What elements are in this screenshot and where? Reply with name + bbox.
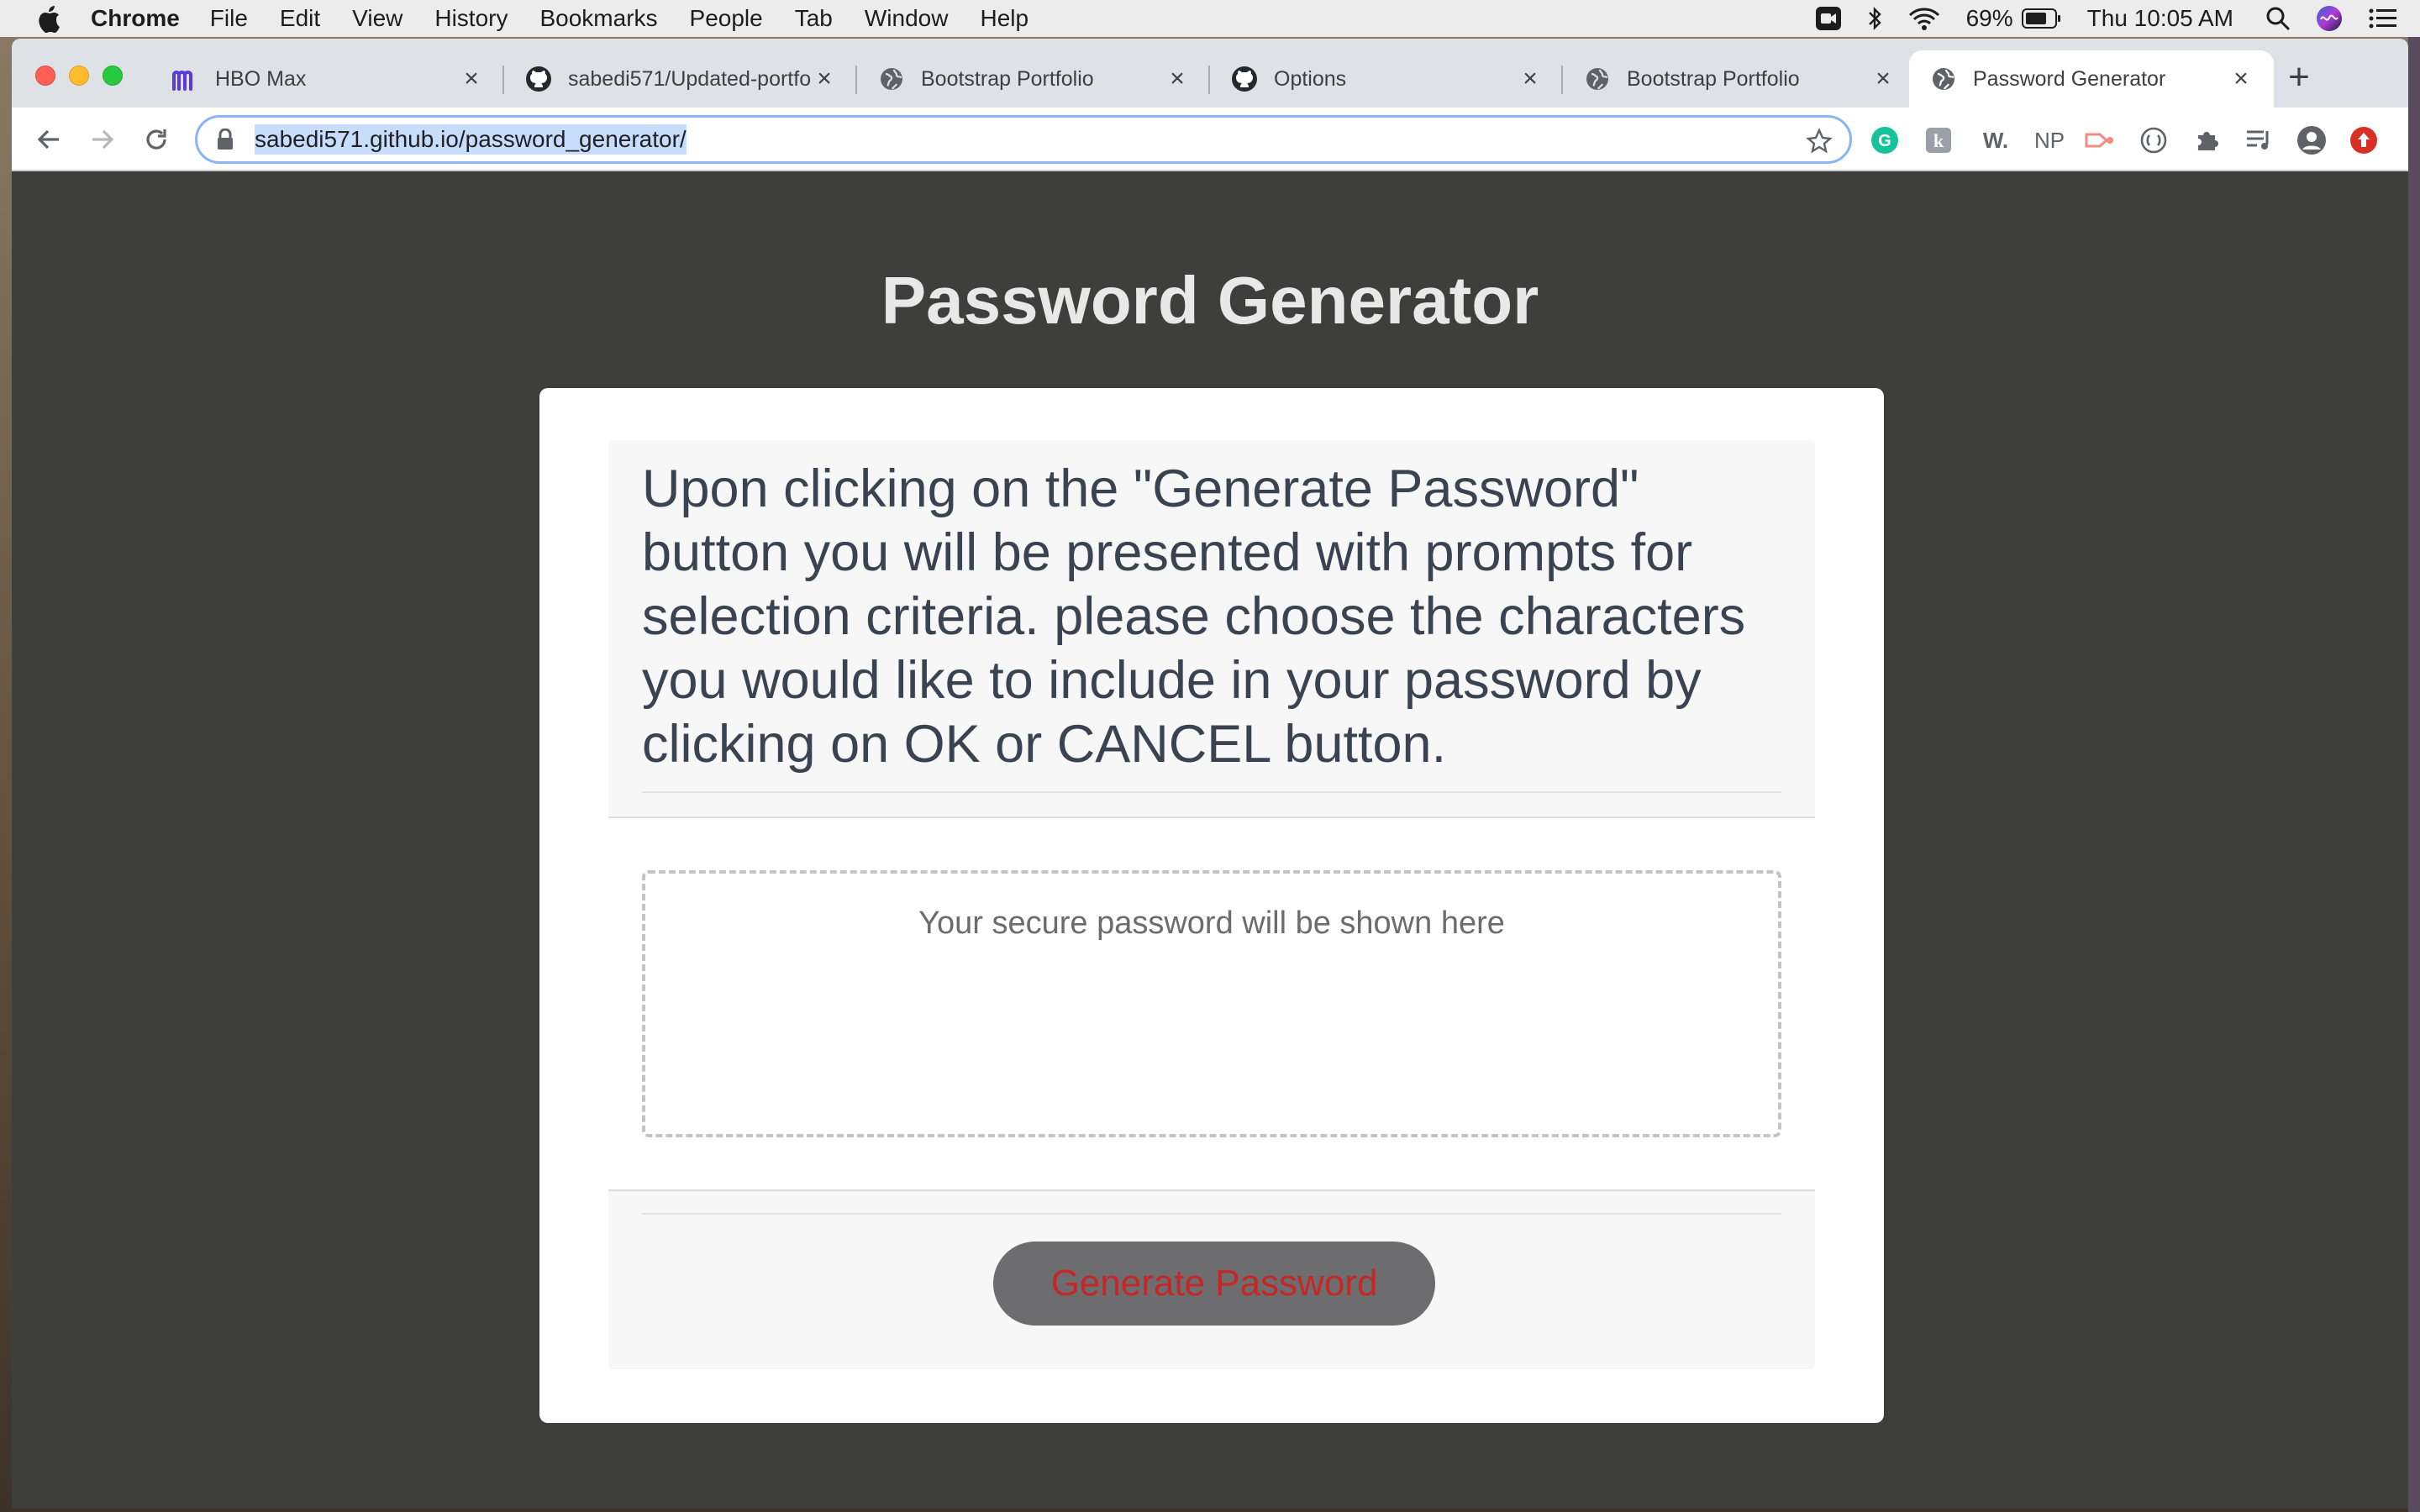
desktop-background xyxy=(2408,37,2420,1512)
bookmark-star-icon[interactable] xyxy=(1806,128,1833,159)
close-tab-icon[interactable]: × xyxy=(1165,65,1190,92)
forward-arrow-icon[interactable] xyxy=(86,123,119,156)
video-camera-icon[interactable] xyxy=(1815,6,1842,31)
tab-title: Password Generator xyxy=(1973,66,2166,91)
card-body: Your secure password will be shown here xyxy=(608,818,1815,1189)
menu-edit[interactable]: Edit xyxy=(280,5,320,32)
menu-view[interactable]: View xyxy=(352,5,402,32)
back-arrow-icon[interactable] xyxy=(32,123,66,156)
extensions-puzzle-icon[interactable] xyxy=(2191,124,2223,156)
battery-icon[interactable] xyxy=(2021,8,2062,29)
page-title: Password Generator xyxy=(881,263,1539,338)
new-tab-button[interactable]: + xyxy=(2281,59,2317,97)
tab-hbo-max[interactable]: HBO Max × xyxy=(151,50,504,108)
apple-icon[interactable] xyxy=(32,4,66,33)
tab-title: Options xyxy=(1274,66,1347,91)
tab-title: HBO Max xyxy=(215,66,307,91)
address-bar[interactable]: sabedi571.github.io/password_generator/ xyxy=(195,115,1852,164)
bluetooth-icon[interactable] xyxy=(1867,6,1882,31)
tab-bootstrap-portfolio-2[interactable]: Bootstrap Portfolio × xyxy=(1563,50,1916,108)
card-footer: Generate Password xyxy=(608,1189,1815,1369)
tab-strip: HBO Max × sabedi571/Updated-portfolio × … xyxy=(12,39,2408,108)
github-icon xyxy=(1230,65,1259,93)
reload-icon[interactable] xyxy=(139,123,173,156)
menubar-clock[interactable]: Thu 10:05 AM xyxy=(2087,5,2233,32)
tab-password-generator[interactable]: Password Generator × xyxy=(1909,50,2274,108)
extension-w-icon[interactable]: W. xyxy=(1976,124,2015,156)
github-icon xyxy=(524,65,553,93)
extension-np-icon[interactable]: NP xyxy=(2030,124,2069,156)
close-tab-icon[interactable]: × xyxy=(1518,65,1543,92)
notification-center-icon[interactable] xyxy=(2368,7,2398,30)
menu-people[interactable]: People xyxy=(690,5,763,32)
tab-bootstrap-portfolio-1[interactable]: Bootstrap Portfolio × xyxy=(857,50,1210,108)
battery-percentage: 69% xyxy=(1965,5,2013,31)
close-tab-icon[interactable]: × xyxy=(459,65,484,92)
card-inner: Upon clicking on the "Generate Password"… xyxy=(608,440,1815,1369)
url-text[interactable]: sabedi571.github.io/password_generator/ xyxy=(255,124,687,155)
web-page: Password Generator Upon clicking on the … xyxy=(12,171,2408,1509)
extension-k-glyph: k xyxy=(1933,130,1944,151)
menu-help[interactable]: Help xyxy=(980,5,1028,32)
close-tab-icon[interactable]: × xyxy=(2228,65,2254,92)
menu-tab[interactable]: Tab xyxy=(795,5,833,32)
extension-circle-icon[interactable] xyxy=(2138,124,2170,156)
globe-icon xyxy=(877,65,906,93)
profile-avatar-icon[interactable] xyxy=(2296,124,2328,156)
card-header: Upon clicking on the "Generate Password"… xyxy=(608,440,1815,818)
close-tab-icon[interactable]: × xyxy=(812,65,837,92)
zoom-window-button[interactable] xyxy=(103,66,123,86)
macos-menubar: Chrome File Edit View History Bookmarks … xyxy=(0,0,2420,37)
menu-window[interactable]: Window xyxy=(865,5,949,32)
extension-arrow-icon[interactable] xyxy=(2084,124,2116,156)
menu-file[interactable]: File xyxy=(210,5,248,32)
spotlight-search-icon[interactable] xyxy=(2265,6,2291,31)
tab-title: Bootstrap Portfolio xyxy=(921,66,1094,91)
close-tab-icon[interactable]: × xyxy=(1870,65,1896,92)
minimize-window-button[interactable] xyxy=(69,66,89,86)
footer-divider xyxy=(642,1213,1781,1215)
instructions-text: Upon clicking on the "Generate Password"… xyxy=(642,459,1746,774)
media-queue-icon[interactable] xyxy=(2244,124,2275,156)
siri-icon[interactable] xyxy=(2316,5,2343,32)
tab-title: Bootstrap Portfolio xyxy=(1627,66,1800,91)
password-output[interactable]: Your secure password will be shown here xyxy=(642,870,1781,1137)
password-card: Upon clicking on the "Generate Password"… xyxy=(539,388,1884,1423)
grammarly-glyph: G xyxy=(1878,132,1891,150)
hbo-max-icon xyxy=(171,65,200,93)
tab-options[interactable]: Options × xyxy=(1210,50,1563,108)
window-controls xyxy=(35,66,123,86)
header-divider xyxy=(642,791,1781,793)
browser-window: HBO Max × sabedi571/Updated-portfolio × … xyxy=(12,39,2408,1509)
generate-password-button[interactable]: Generate Password xyxy=(993,1242,1435,1326)
globe-icon xyxy=(1583,65,1612,93)
tab-title: sabedi571/Updated-portfolio xyxy=(568,66,812,91)
browser-toolbar: sabedi571.github.io/password_generator/ … xyxy=(12,108,2408,171)
update-icon[interactable] xyxy=(2348,124,2380,156)
lock-icon[interactable] xyxy=(216,129,236,150)
globe-icon xyxy=(1929,65,1958,93)
tab-github-updated-portfolio[interactable]: sabedi571/Updated-portfolio × xyxy=(504,50,857,108)
extension-k-icon[interactable]: k xyxy=(1923,124,1954,156)
close-window-button[interactable] xyxy=(35,66,55,86)
menubar-status-area: 69% Thu 10:05 AM xyxy=(1815,0,2420,37)
menu-app-name[interactable]: Chrome xyxy=(91,5,180,32)
menu-bookmarks[interactable]: Bookmarks xyxy=(539,5,657,32)
menu-history[interactable]: History xyxy=(434,5,508,32)
grammarly-icon[interactable]: G xyxy=(1869,124,1901,156)
wifi-icon[interactable] xyxy=(1907,6,1941,31)
